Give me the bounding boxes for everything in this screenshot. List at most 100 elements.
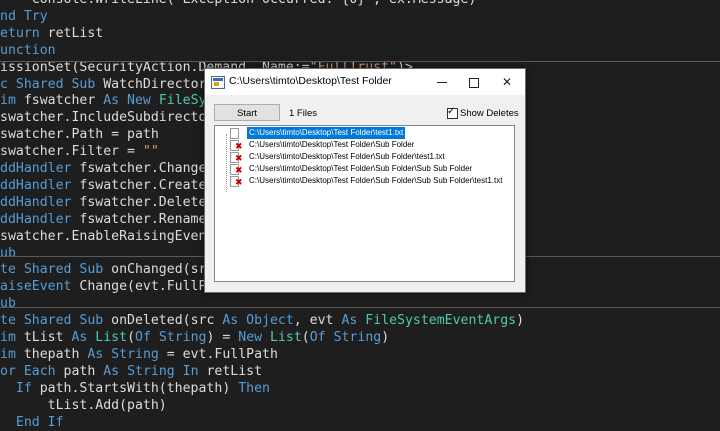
code-token: Shared <box>15 76 72 92</box>
code-token: path <box>63 363 104 379</box>
list-item[interactable]: C:\Users\timto\Desktop\Test Folder\test1… <box>215 127 514 139</box>
code-line: ddHandler fswatcher.Deleted, <box>0 194 222 211</box>
code-token: tList <box>23 330 72 345</box>
code-line: ddHandler fswatcher.Created, <box>0 177 222 194</box>
code-line: swatcher.Filter = "" <box>0 143 159 160</box>
files-count-label: 1 Files <box>289 108 317 119</box>
code-token: End If <box>0 414 64 430</box>
code-token: "" <box>142 144 159 160</box>
code-token: aiseEvent <box>0 279 80 295</box>
code-token: ub <box>0 296 16 312</box>
file-list[interactable]: C:\Users\timto\Desktop\Test Folder\test1… <box>214 125 515 282</box>
maximize-icon <box>469 77 479 88</box>
code-line: tList.Add(path) <box>0 397 167 414</box>
code-token: Console.WriteLine("Exception Occurred: {… <box>0 0 477 7</box>
code-line: swatcher.EnableRaisingEvents <box>0 228 222 245</box>
code-token: As <box>341 313 366 329</box>
list-item-path: C:\Users\timto\Desktop\Test Folder\Sub F… <box>249 152 445 161</box>
code-token: swatcher.Filter = <box>0 144 143 160</box>
code-token: im <box>0 346 24 362</box>
code-token: swatcher.EnableRaisingEvents <box>0 228 223 244</box>
code-token: unction <box>0 42 56 58</box>
code-token: path.StartsWith(thepath) <box>39 380 239 396</box>
code-token: eturn <box>0 25 48 41</box>
close-icon: ✕ <box>501 75 513 89</box>
show-deletes-label[interactable]: Show Deletes <box>460 108 519 119</box>
list-item-path: C:\Users\timto\Desktop\Test Folder\Sub F… <box>249 164 473 173</box>
code-token: fswatcher.Renamed, <box>79 211 223 227</box>
code-token: retList <box>47 25 104 41</box>
code-line: eturn retList <box>0 25 103 42</box>
code-token: fswatcher.Deleted, <box>79 194 223 210</box>
code-token: im <box>0 330 24 345</box>
minimize-icon <box>437 82 447 84</box>
list-item[interactable]: ✖ C:\Users\timto\Desktop\Test Folder\Sub … <box>215 175 514 188</box>
window-title: C:\Users\timto\Desktop\Test Folder <box>229 75 392 87</box>
code-token: ) <box>381 330 390 345</box>
code-line: ub <box>0 295 16 312</box>
list-item-path: C:\Users\timto\Desktop\Test Folder\Sub F… <box>249 176 503 185</box>
code-line: swatcher.Path = path <box>0 126 159 143</box>
code-token: im <box>0 93 24 109</box>
code-token: ) = <box>206 330 239 345</box>
method-separator <box>0 61 720 62</box>
code-token: ddHandler <box>0 177 80 193</box>
code-token: Try <box>23 8 48 24</box>
list-item[interactable]: ✖ C:\Users\timto\Desktop\Test Folder\Sub … <box>215 151 514 164</box>
code-line: ddHandler fswatcher.Changed, <box>0 160 222 177</box>
list-item[interactable]: ✖ C:\Users\timto\Desktop\Test Folder\Sub … <box>215 139 514 152</box>
code-token: te <box>0 313 24 329</box>
code-token: As New <box>103 93 159 109</box>
code-token: Sub <box>79 313 112 329</box>
code-token: retList <box>206 363 263 379</box>
list-item-path: C:\Users\timto\Desktop\Test Folder\test1… <box>247 127 406 139</box>
code-token: New <box>238 330 271 345</box>
list-item-path: C:\Users\timto\Desktop\Test Folder\Sub F… <box>249 140 415 149</box>
code-token: Then <box>238 380 270 396</box>
code-token: If <box>0 380 40 396</box>
code-token: FileSystemEventArgs <box>365 313 517 329</box>
code-line: ddHandler fswatcher.Renamed, <box>0 211 222 228</box>
code-token: String <box>127 363 183 379</box>
show-deletes-checkbox[interactable]: ✓ <box>447 106 458 119</box>
file-icon <box>230 128 239 139</box>
code-line: ub <box>0 245 16 262</box>
code-token: onDeleted(src <box>111 313 223 329</box>
code-token: String <box>111 346 167 362</box>
code-token: swatcher.IncludeSubdirectorie <box>0 110 231 126</box>
code-line: swatcher.IncludeSubdirectorie <box>0 109 230 126</box>
checkmark-icon: ✓ <box>447 106 456 117</box>
code-line: im fswatcher As New FileSyste <box>0 92 230 109</box>
code-line: If path.StartsWith(thepath) Then <box>0 380 270 397</box>
code-token: ddHandler <box>0 194 80 210</box>
code-token: String <box>158 330 207 345</box>
code-token: thepath <box>23 346 88 362</box>
code-line: c Shared Sub WatchDirectory(p <box>0 76 230 93</box>
code-token: fswatcher <box>23 93 104 109</box>
code-token: ) <box>516 313 525 329</box>
code-line: nd Try <box>0 8 48 25</box>
app-window-icon <box>211 76 225 89</box>
code-token: te <box>0 262 24 278</box>
minimize-button[interactable] <box>426 69 458 95</box>
code-token: nd <box>0 8 24 24</box>
code-line: Console.WriteLine("Exception Occurred: {… <box>0 0 477 8</box>
code-token: c <box>0 76 16 92</box>
maximize-button[interactable] <box>458 69 490 95</box>
code-token: ( <box>127 330 136 345</box>
code-token: ( <box>301 330 310 345</box>
code-token: swatcher.Path = path <box>0 127 159 143</box>
code-line: or Each path As String In retList <box>0 363 262 380</box>
code-token: List <box>270 330 302 345</box>
code-token: Sub <box>79 262 112 278</box>
title-bar[interactable]: C:\Users\timto\Desktop\Test Folder ✕ <box>205 69 525 95</box>
code-token: Sub <box>71 76 104 92</box>
code-token: String <box>333 330 382 345</box>
close-button[interactable]: ✕ <box>491 69 523 95</box>
list-item[interactable]: ✖ C:\Users\timto\Desktop\Test Folder\Sub … <box>215 163 514 176</box>
code-line: te Shared Sub onChanged(src A <box>0 261 230 278</box>
code-token: As <box>87 346 112 362</box>
start-button[interactable]: Start <box>214 104 280 121</box>
code-token: As <box>103 363 128 379</box>
code-token: = evt.FullPath <box>166 346 278 362</box>
